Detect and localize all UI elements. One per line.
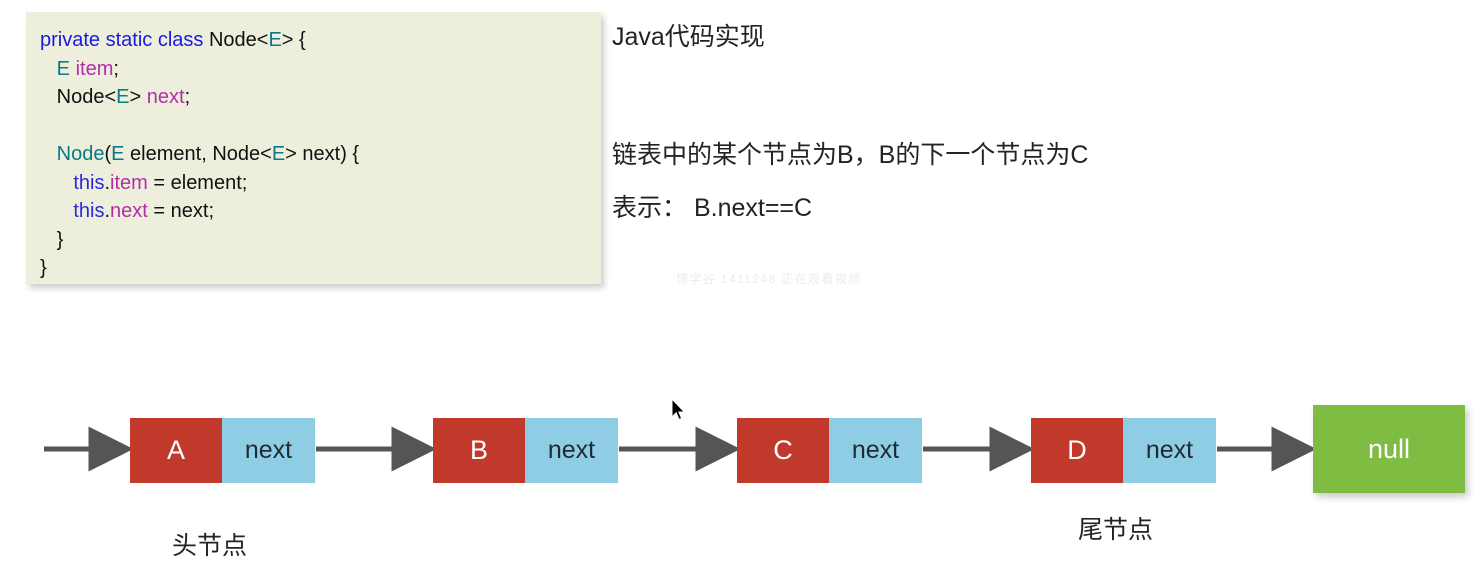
code-token: E	[111, 143, 125, 165]
code-line-3: Node<E> next;	[40, 83, 601, 112]
code-line-6: this.item = element;	[40, 169, 601, 198]
code-token: }	[40, 228, 64, 251]
code-token: ;	[113, 57, 119, 80]
list-node-b[interactable]: B next	[433, 418, 618, 483]
node-next-a: next	[222, 418, 315, 483]
code-line-7: this.next = next;	[40, 197, 601, 226]
code-token: = next;	[147, 200, 214, 222]
mouse-cursor-icon	[671, 398, 686, 421]
code-token: E	[116, 86, 130, 108]
code-token: > {	[281, 29, 306, 51]
code-token: Node<	[208, 29, 269, 51]
code-token: E	[271, 143, 286, 165]
code-token: this	[73, 200, 105, 222]
code-line-2: E item;	[40, 55, 601, 84]
code-token: item	[110, 171, 148, 194]
code-token: }	[40, 257, 47, 279]
notes-line-2: 表示： B.next==C	[612, 194, 813, 222]
code-token: next	[110, 200, 148, 222]
code-line-8: }	[40, 226, 601, 255]
code-token: item	[75, 57, 114, 80]
head-node-label: 头节点	[172, 532, 248, 560]
list-null-terminator: null	[1313, 405, 1465, 493]
node-value-a: A	[130, 418, 222, 483]
code-token: = element;	[147, 171, 248, 194]
list-node-d[interactable]: D next	[1031, 418, 1216, 483]
code-token: > next) {	[285, 143, 360, 165]
code-token: element, Node<	[124, 143, 272, 165]
java-code-block: private static class Node<E> { E item; N…	[26, 12, 601, 284]
code-token: next	[146, 86, 185, 108]
code-token: private static class	[40, 29, 209, 51]
code-token: E	[268, 29, 282, 51]
code-line-1: private static class Node<E> {	[40, 26, 601, 55]
linked-list-diagram: A next B next C next D next null 头节点 尾节点	[0, 330, 1481, 574]
code-token: >	[129, 86, 147, 108]
node-next-d: next	[1123, 418, 1216, 483]
code-line-9: }	[40, 254, 601, 283]
watermark-text: 博学谷 1411248 正在观看视频	[676, 272, 862, 286]
code-token: ;	[184, 86, 191, 108]
code-token: this	[73, 171, 105, 194]
tail-node-label: 尾节点	[1078, 516, 1154, 544]
code-token: Node	[56, 143, 105, 165]
notes-title: Java代码实现	[612, 23, 765, 51]
node-value-b: B	[433, 418, 525, 483]
node-value-c: C	[737, 418, 829, 483]
list-node-a[interactable]: A next	[130, 418, 315, 483]
code-token: E	[56, 57, 71, 80]
code-token: Node<	[40, 86, 117, 108]
notes-line-1: 链表中的某个节点为B，B的下一个节点为C	[612, 141, 1089, 169]
list-node-c[interactable]: C next	[737, 418, 922, 483]
node-value-d: D	[1031, 418, 1123, 483]
code-line-5: Node(E element, Node<E> next) {	[40, 140, 601, 169]
node-next-c: next	[829, 418, 922, 483]
node-next-b: next	[525, 418, 618, 483]
